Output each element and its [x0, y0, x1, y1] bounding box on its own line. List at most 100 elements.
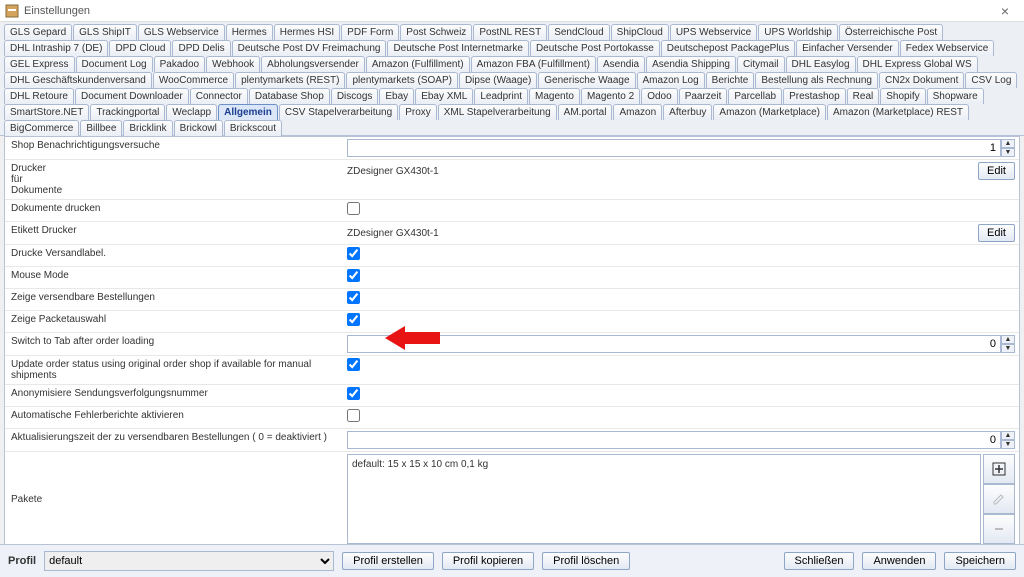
tab-dhl-easylog[interactable]: DHL Easylog — [786, 56, 856, 72]
tab-bricklink[interactable]: Bricklink — [123, 120, 172, 136]
show-shippable-checkbox[interactable] — [347, 291, 360, 304]
tab-einfacher-versender[interactable]: Einfacher Versender — [796, 40, 899, 56]
tab-dpd-delis[interactable]: DPD Delis — [172, 40, 230, 56]
shop-notif-spinner[interactable]: ▲▼ — [347, 139, 1015, 157]
tab-pakadoo[interactable]: Pakadoo — [154, 56, 205, 72]
packages-list[interactable]: default: 15 x 15 x 10 cm 0,1 kg — [347, 454, 981, 544]
tab-shipcloud[interactable]: ShipCloud — [611, 24, 669, 40]
tab-ebay-xml[interactable]: Ebay XML — [415, 88, 473, 104]
tab-post-schweiz[interactable]: Post Schweiz — [400, 24, 472, 40]
switch-tab-input[interactable] — [347, 335, 1001, 353]
tab-weclapp[interactable]: Weclapp — [166, 104, 217, 120]
tab-document-log[interactable]: Document Log — [76, 56, 153, 72]
tab-brickowl[interactable]: Brickowl — [174, 120, 223, 136]
tab-webhook[interactable]: Webhook — [206, 56, 260, 72]
spin-up-icon[interactable]: ▲ — [1001, 431, 1015, 440]
tab-woocommerce[interactable]: WooCommerce — [153, 72, 234, 88]
tab-gls-webservice[interactable]: GLS Webservice — [138, 24, 225, 40]
tab-ups-worldship[interactable]: UPS Worldship — [758, 24, 838, 40]
tab-plentymarkets-soap-[interactable]: plentymarkets (SOAP) — [346, 72, 457, 88]
tab-sendcloud[interactable]: SendCloud — [548, 24, 609, 40]
shop-notif-input[interactable] — [347, 139, 1001, 157]
tab-asendia[interactable]: Asendia — [597, 56, 645, 72]
tab-real[interactable]: Real — [847, 88, 880, 104]
tab-allgemein[interactable]: Allgemein — [218, 104, 278, 120]
tab-hermes[interactable]: Hermes — [226, 24, 273, 40]
update-order-checkbox[interactable] — [347, 358, 360, 371]
spin-down-icon[interactable]: ▼ — [1001, 344, 1015, 353]
tab-hermes-hsi[interactable]: Hermes HSI — [274, 24, 340, 40]
edit-package-button[interactable] — [983, 484, 1015, 514]
switch-tab-spinner[interactable]: ▲▼ — [347, 335, 1015, 353]
tab-dhl-retoure[interactable]: DHL Retoure — [4, 88, 74, 104]
tab-csv-log[interactable]: CSV Log — [965, 72, 1017, 88]
tab-prestashop[interactable]: Prestashop — [783, 88, 846, 104]
tab-pdf-form[interactable]: PDF Form — [341, 24, 399, 40]
tab--sterreichische-post[interactable]: Österreichische Post — [839, 24, 943, 40]
tab-trackingportal[interactable]: Trackingportal — [90, 104, 165, 120]
tab-xml-stapelverarbeitung[interactable]: XML Stapelverarbeitung — [438, 104, 557, 120]
tab-citymail[interactable]: Citymail — [737, 56, 785, 72]
tab-amazon-marketplace-[interactable]: Amazon (Marketplace) — [713, 104, 826, 120]
apply-button[interactable]: Anwenden — [862, 552, 936, 570]
tab-deutschepost-packageplus[interactable]: Deutschepost PackagePlus — [661, 40, 795, 56]
delete-profile-button[interactable]: Profil löschen — [542, 552, 630, 570]
add-package-button[interactable] — [983, 454, 1015, 484]
refresh-time-input[interactable] — [347, 431, 1001, 449]
show-packet-checkbox[interactable] — [347, 313, 360, 326]
tab-dhl-intraship-7-de-[interactable]: DHL Intraship 7 (DE) — [4, 40, 108, 56]
refresh-time-spinner[interactable]: ▲▼ — [347, 431, 1015, 449]
tab-shopware[interactable]: Shopware — [927, 88, 984, 104]
tab-magento-2[interactable]: Magento 2 — [581, 88, 640, 104]
tab-bestellung-als-rechnung[interactable]: Bestellung als Rechnung — [755, 72, 878, 88]
tab-plentymarkets-rest-[interactable]: plentymarkets (REST) — [235, 72, 345, 88]
tab-amazon-fba-fulfillment-[interactable]: Amazon FBA (Fulfillment) — [471, 56, 596, 72]
close-button[interactable]: Schließen — [784, 552, 855, 570]
profile-select[interactable]: default — [44, 551, 334, 571]
tab-amazon-fulfillment-[interactable]: Amazon (Fulfillment) — [366, 56, 470, 72]
tab-afterbuy[interactable]: Afterbuy — [663, 104, 712, 120]
print-docs-checkbox[interactable] — [347, 202, 360, 215]
tab-odoo[interactable]: Odoo — [641, 88, 677, 104]
tab-shopify[interactable]: Shopify — [880, 88, 925, 104]
edit-label-printer-button[interactable]: Edit — [978, 224, 1015, 242]
tab-dipse-waage-[interactable]: Dipse (Waage) — [459, 72, 537, 88]
auto-error-checkbox[interactable] — [347, 409, 360, 422]
tab-berichte[interactable]: Berichte — [706, 72, 755, 88]
tab-ebay[interactable]: Ebay — [379, 88, 414, 104]
tab-gls-shipit[interactable]: GLS ShipIT — [73, 24, 137, 40]
tab-asendia-shipping[interactable]: Asendia Shipping — [646, 56, 736, 72]
tab-dhl-express-global-ws[interactable]: DHL Express Global WS — [857, 56, 978, 72]
mouse-mode-checkbox[interactable] — [347, 269, 360, 282]
create-profile-button[interactable]: Profil erstellen — [342, 552, 434, 570]
tab-connector[interactable]: Connector — [190, 88, 248, 104]
tab-paarzeit[interactable]: Paarzeit — [679, 88, 728, 104]
tab-leadprint[interactable]: Leadprint — [474, 88, 528, 104]
tab-smartstore-net[interactable]: SmartStore.NET — [4, 104, 89, 120]
remove-package-button[interactable] — [983, 514, 1015, 544]
anonymize-checkbox[interactable] — [347, 387, 360, 400]
tab-dpd-cloud[interactable]: DPD Cloud — [109, 40, 171, 56]
tab-generische-waage[interactable]: Generische Waage — [538, 72, 635, 88]
tab-amazon[interactable]: Amazon — [613, 104, 662, 120]
copy-profile-button[interactable]: Profil kopieren — [442, 552, 534, 570]
tab-deutsche-post-dv-freimachung[interactable]: Deutsche Post DV Freimachung — [232, 40, 387, 56]
spin-up-icon[interactable]: ▲ — [1001, 335, 1015, 344]
close-icon[interactable]: × — [990, 3, 1020, 19]
edit-printer-button[interactable]: Edit — [978, 162, 1015, 180]
spin-down-icon[interactable]: ▼ — [1001, 440, 1015, 449]
tab-cn2x-dokument[interactable]: CN2x Dokument — [879, 72, 964, 88]
tab-bigcommerce[interactable]: BigCommerce — [4, 120, 79, 136]
tab-deutsche-post-internetmarke[interactable]: Deutsche Post Internetmarke — [387, 40, 529, 56]
tab-dhl-gesch-ftskundenversand[interactable]: DHL Geschäftskundenversand — [4, 72, 152, 88]
tab-magento[interactable]: Magento — [529, 88, 580, 104]
tab-csv-stapelverarbeitung[interactable]: CSV Stapelverarbeitung — [279, 104, 398, 120]
spin-up-icon[interactable]: ▲ — [1001, 139, 1015, 148]
tab-deutsche-post-portokasse[interactable]: Deutsche Post Portokasse — [530, 40, 660, 56]
tab-fedex-webservice[interactable]: Fedex Webservice — [900, 40, 995, 56]
tab-database-shop[interactable]: Database Shop — [249, 88, 330, 104]
tab-proxy[interactable]: Proxy — [399, 104, 437, 120]
tab-abholungsversender[interactable]: Abholungsversender — [261, 56, 365, 72]
tab-brickscout[interactable]: Brickscout — [224, 120, 282, 136]
tab-ups-webservice[interactable]: UPS Webservice — [670, 24, 757, 40]
